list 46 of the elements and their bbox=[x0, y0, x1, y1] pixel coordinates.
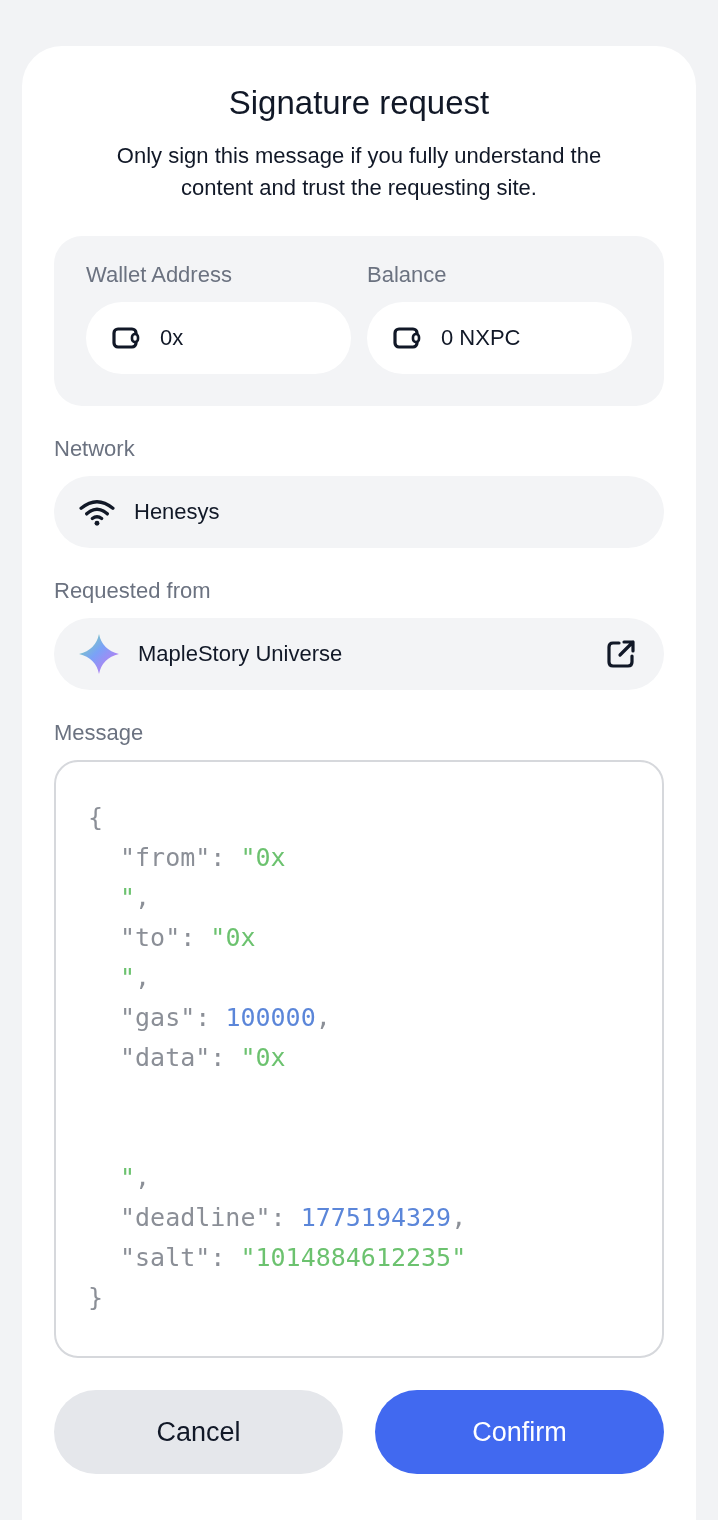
json-string: "1014884612235" bbox=[240, 1243, 467, 1272]
field-label: Balance bbox=[367, 262, 447, 288]
code-punctuation: : bbox=[210, 843, 227, 872]
field-label: Wallet Address bbox=[86, 262, 232, 288]
wallet-icon bbox=[393, 327, 421, 349]
wifi-icon bbox=[78, 498, 116, 526]
json-key: "salt" bbox=[120, 1243, 211, 1272]
code-punctuation: , bbox=[451, 1203, 467, 1232]
json-string: " bbox=[120, 883, 136, 912]
sparkle-icon bbox=[78, 633, 120, 675]
json-string: "0x bbox=[240, 1043, 286, 1072]
warning-text: Only sign this message if you fully understand the content and trust the requesting site. bbox=[115, 142, 603, 202]
json-key: "data" bbox=[120, 1043, 211, 1072]
code-punctuation: : bbox=[180, 923, 197, 952]
json-string: "0x bbox=[210, 923, 256, 952]
json-key: "deadline" bbox=[120, 1203, 271, 1232]
confirm-button[interactable]: Confirm bbox=[375, 1390, 664, 1474]
wallet-icon bbox=[112, 327, 140, 349]
code-punctuation: , bbox=[135, 883, 151, 912]
section-label: Requested from bbox=[54, 578, 211, 604]
json-number: 1775194329 bbox=[300, 1203, 452, 1232]
json-key: "from" bbox=[120, 843, 211, 872]
code-punctuation: , bbox=[315, 1003, 331, 1032]
code-punctuation: : bbox=[210, 1243, 227, 1272]
code-punctuation: : bbox=[270, 1203, 287, 1232]
json-number: 100000 bbox=[225, 1003, 316, 1032]
requester-field: MapleStory Universe bbox=[54, 618, 664, 690]
code-punctuation: } bbox=[88, 1283, 104, 1312]
wallet-address-field: 0x bbox=[86, 302, 351, 374]
cancel-button[interactable]: Cancel bbox=[54, 1390, 343, 1474]
json-string: "0x bbox=[240, 843, 286, 872]
code-punctuation: { bbox=[88, 803, 104, 832]
balance-field: 0 NXPC bbox=[367, 302, 632, 374]
network-field: Henesys bbox=[54, 476, 664, 548]
code-punctuation: , bbox=[135, 963, 151, 992]
json-key: "gas" bbox=[120, 1003, 196, 1032]
external-link-icon[interactable] bbox=[606, 639, 636, 669]
code-punctuation: : bbox=[210, 1043, 227, 1072]
json-string: " bbox=[120, 1163, 136, 1192]
code-punctuation: , bbox=[135, 1163, 151, 1192]
section-label: Network bbox=[54, 436, 135, 462]
json-key: "to" bbox=[120, 923, 181, 952]
code-punctuation: : bbox=[195, 1003, 212, 1032]
section-label: Message bbox=[54, 720, 144, 746]
json-string: " bbox=[120, 963, 136, 992]
dialog-title: Signature request bbox=[228, 84, 490, 122]
